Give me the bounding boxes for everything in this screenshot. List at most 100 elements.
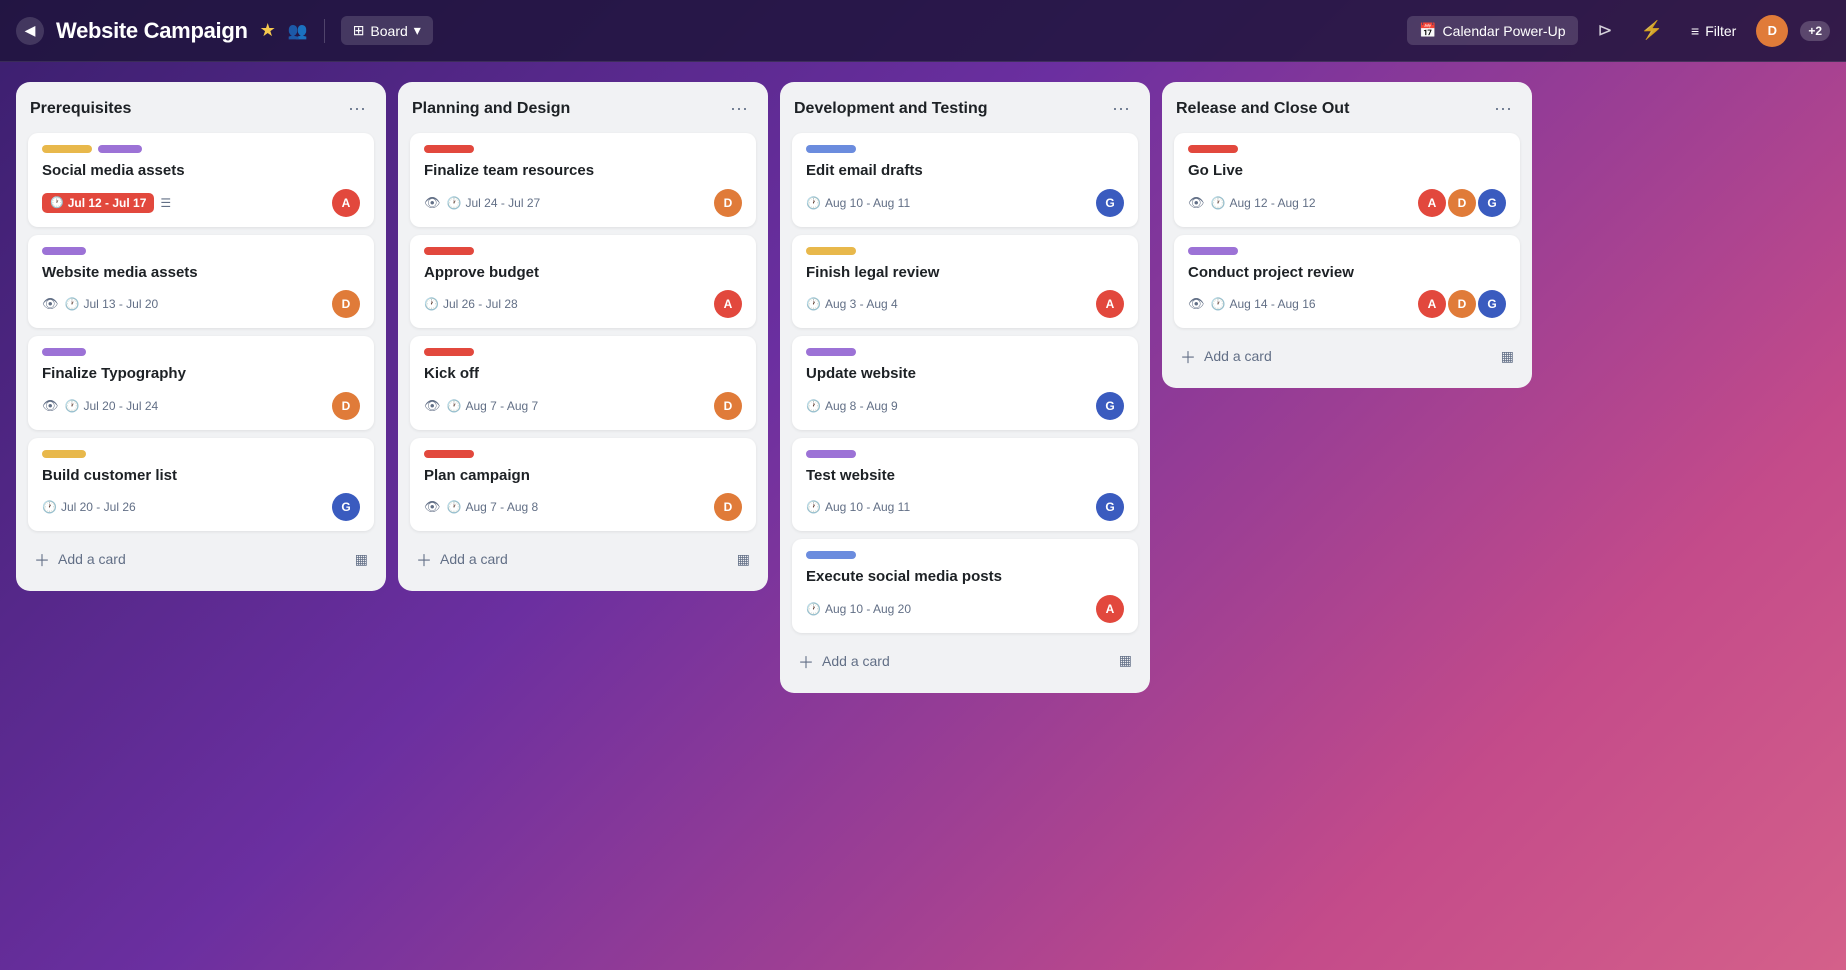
card[interactable]: Website media assets👁🕐Jul 13 - Jul 20D xyxy=(28,235,374,329)
meta-left: 👁🕐Aug 12 - Aug 12 xyxy=(1188,195,1418,211)
card[interactable]: Finish legal review🕐Aug 3 - Aug 4A xyxy=(792,235,1138,329)
column-menu-button[interactable]: ··· xyxy=(724,96,754,121)
add-card-button[interactable]: ＋ Add a card ▦ xyxy=(410,539,756,579)
flash-icon-button[interactable]: ⚡ xyxy=(1633,16,1671,45)
clock-icon: 🕐 xyxy=(65,399,80,413)
card-title: Plan campaign xyxy=(424,466,742,486)
card-title: Finalize Typography xyxy=(42,364,360,384)
card-tag xyxy=(424,145,474,153)
card-tag xyxy=(806,450,856,458)
template-icon: ▦ xyxy=(355,551,368,568)
card[interactable]: Execute social media posts🕐Aug 10 - Aug … xyxy=(792,539,1138,633)
avatar: G xyxy=(1096,392,1124,420)
meta-left: 🕐Jul 12 - Jul 17 ☰ xyxy=(42,193,332,213)
board-view-button[interactable]: ⊞ Board ▾ xyxy=(341,16,433,45)
card-meta-row: 👁🕐Jul 13 - Jul 20D xyxy=(42,290,360,318)
meta-left: 👁🕐Jul 24 - Jul 27 xyxy=(424,195,714,211)
column-prerequisites: Prerequisites ··· Social media assets🕐Ju… xyxy=(16,82,386,591)
card[interactable]: Social media assets🕐Jul 12 - Jul 17☰A xyxy=(28,133,374,227)
column-header: Planning and Design ··· xyxy=(410,96,756,121)
card-tag-row xyxy=(42,450,360,458)
card-date: 🕐Aug 10 - Aug 20 xyxy=(806,602,911,616)
column-menu-button[interactable]: ··· xyxy=(1488,96,1518,121)
add-card-label: Add a card xyxy=(440,551,508,567)
card-tag-row xyxy=(1188,247,1506,255)
card-meta-row: 👁🕐Aug 12 - Aug 12ADG xyxy=(1188,189,1506,217)
card[interactable]: Finalize team resources👁🕐Jul 24 - Jul 27… xyxy=(410,133,756,227)
card[interactable]: Update website 🕐Aug 8 - Aug 9 G xyxy=(792,336,1138,430)
card[interactable]: Test website 🕐Aug 10 - Aug 11G xyxy=(792,438,1138,532)
board-grid-icon: ⊞ xyxy=(353,22,365,39)
card[interactable]: Plan campaign👁🕐Aug 7 - Aug 8D xyxy=(410,438,756,532)
clock-icon: 🕐 xyxy=(42,500,57,514)
card-tag xyxy=(42,348,86,356)
card-title: Approve budget xyxy=(424,263,742,283)
card-title: Go Live xyxy=(1188,161,1506,181)
board-title: Website Campaign xyxy=(56,18,248,44)
card-tag xyxy=(806,551,856,559)
card[interactable]: Edit email drafts🕐Aug 10 - Aug 11G xyxy=(792,133,1138,227)
eye-icon: 👁 xyxy=(42,296,59,312)
column-development-testing: Development and Testing ··· Edit email d… xyxy=(780,82,1150,693)
column-menu-button[interactable]: ··· xyxy=(1106,96,1136,121)
date-badge: 🕐Jul 12 - Jul 17 xyxy=(42,193,154,213)
card-title: Finish legal review xyxy=(806,263,1124,283)
card-meta-row: 👁🕐Jul 20 - Jul 24D xyxy=(42,392,360,420)
card[interactable]: Approve budget🕐Jul 26 - Jul 28A xyxy=(410,235,756,329)
add-card-button[interactable]: ＋ Add a card ▦ xyxy=(792,641,1138,681)
meta-right: D xyxy=(714,493,742,521)
card-meta-row: 🕐Jul 12 - Jul 17 ☰ A xyxy=(42,189,360,217)
star-icon[interactable]: ★ xyxy=(260,20,276,41)
card[interactable]: Build customer list🕐Jul 20 - Jul 26G xyxy=(28,438,374,532)
add-card-button[interactable]: ＋ Add a card ▦ xyxy=(28,539,374,579)
calendar-powerup-button[interactable]: 📅 Calendar Power-Up xyxy=(1407,16,1577,45)
lines-icon: ☰ xyxy=(160,196,171,210)
avatar: D xyxy=(1448,189,1476,217)
card-tag-row xyxy=(42,348,360,356)
card[interactable]: Finalize Typography👁🕐Jul 20 - Jul 24D xyxy=(28,336,374,430)
card-tag xyxy=(42,145,92,153)
meta-left: 🕐Aug 10 - Aug 11 xyxy=(806,500,1096,514)
send-icon-button[interactable]: ⊳ xyxy=(1590,16,1621,45)
clock-icon: 🕐 xyxy=(1211,196,1226,210)
avatar: D xyxy=(1448,290,1476,318)
filter-label: Filter xyxy=(1705,23,1736,39)
meta-right: ADG xyxy=(1418,290,1506,318)
add-card-label: Add a card xyxy=(58,551,126,567)
meta-left: 🕐Jul 20 - Jul 26 xyxy=(42,500,332,514)
meta-right: D xyxy=(332,290,360,318)
column-menu-button[interactable]: ··· xyxy=(342,96,372,121)
card-tag-row xyxy=(424,450,742,458)
card-meta-row: 🕐Aug 10 - Aug 11G xyxy=(806,493,1124,521)
clock-icon: 🕐 xyxy=(447,399,462,413)
meta-left: 🕐Aug 10 - Aug 20 xyxy=(806,602,1096,616)
plus-badge: +2 xyxy=(1800,21,1830,41)
card[interactable]: Kick off👁🕐Aug 7 - Aug 7D xyxy=(410,336,756,430)
people-icon[interactable]: 👥 xyxy=(288,21,308,41)
sidebar-toggle[interactable]: ◀ xyxy=(16,17,44,45)
avatar: A xyxy=(332,189,360,217)
meta-left: 👁🕐Jul 13 - Jul 20 xyxy=(42,296,332,312)
eye-icon: 👁 xyxy=(424,398,441,414)
card-date: 🕐Jul 20 - Jul 24 xyxy=(65,399,159,413)
card-title: Test website xyxy=(806,466,1124,486)
avatar: D xyxy=(714,493,742,521)
eye-icon: 👁 xyxy=(42,398,59,414)
meta-right: G xyxy=(1096,189,1124,217)
add-card-button[interactable]: ＋ Add a card ▦ xyxy=(1174,336,1520,376)
card-title: Update website xyxy=(806,364,1124,384)
card[interactable]: Go Live👁🕐Aug 12 - Aug 12ADG xyxy=(1174,133,1520,227)
card[interactable]: Conduct project review👁🕐Aug 14 - Aug 16A… xyxy=(1174,235,1520,329)
avatar: D xyxy=(714,189,742,217)
column-header: Prerequisites ··· xyxy=(28,96,374,121)
template-icon: ▦ xyxy=(1119,652,1132,669)
card-date: 🕐Aug 7 - Aug 7 xyxy=(447,399,539,413)
eye-icon: 👁 xyxy=(1188,195,1205,211)
avatar[interactable]: D xyxy=(1756,15,1788,47)
filter-button[interactable]: ≡ Filter xyxy=(1683,19,1744,43)
card-date: 🕐Aug 8 - Aug 9 xyxy=(806,399,898,413)
card-tag xyxy=(98,145,142,153)
meta-right: A xyxy=(332,189,360,217)
card-meta-row: 👁🕐Aug 14 - Aug 16ADG xyxy=(1188,290,1506,318)
calendar-icon: 📅 xyxy=(1419,22,1436,39)
